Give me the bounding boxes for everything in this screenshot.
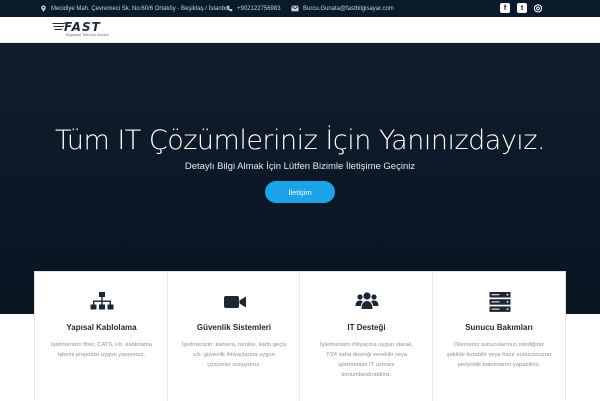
site-logo[interactable]: FAST Bilgisayar Teknoloji Ürünleri	[52, 20, 122, 40]
service-description: İşletmenizin fiber, CAT6, v.b. kablolama…	[51, 342, 152, 358]
service-card-security[interactable]: Güvenlik Sistemleri İşletmenizin; kamera…	[168, 272, 300, 401]
services-row: Yapısal Kablolama İşletmenizin fiber, CA…	[34, 271, 566, 401]
site-header: FAST Bilgisayar Teknoloji Ürünleri	[0, 17, 600, 43]
service-card-server[interactable]: Sunucu Bakımları Dilerseniz sunucularını…	[433, 272, 566, 401]
network-icon	[90, 292, 114, 310]
phone-icon	[226, 5, 233, 12]
service-title: Yapısal Kablolama	[66, 323, 137, 332]
service-card-it-support[interactable]: IT Desteği İşletmenizin ihtiyacına uygun…	[300, 272, 433, 401]
hero-subtitle: Detaylı Bilgi Almak İçin Lütfen Bizimle …	[184, 161, 416, 172]
service-description: İşletmenizin; kamera, turnike, kartlı ge…	[181, 342, 287, 368]
service-description: Dilerseniz sunucularınızı istediğiniz şe…	[446, 342, 552, 368]
phone-item[interactable]: +902122756983	[226, 0, 281, 17]
email-item[interactable]: Burcu.Gunata@fastbilgisayar.com	[291, 0, 394, 17]
twitter-icon[interactable]: t	[517, 3, 527, 13]
address-text: Mecidiye Mah. Çevremeci Sk. No:60/6 Orta…	[51, 5, 230, 12]
address-item: Mecidiye Mah. Çevremeci Sk. No:60/6 Orta…	[40, 0, 230, 17]
logo-text: FAST	[64, 20, 101, 34]
envelope-icon	[291, 5, 299, 12]
users-icon	[355, 292, 379, 309]
map-pin-icon	[41, 5, 46, 12]
top-info-bar: Mecidiye Mah. Çevremeci Sk. No:60/6 Orta…	[0, 0, 600, 17]
video-camera-icon	[223, 296, 246, 308]
service-title: Sunucu Bakımları	[465, 323, 533, 332]
instagram-icon[interactable]: ◎	[533, 3, 543, 14]
contact-button[interactable]: İletişim	[265, 181, 335, 203]
email-text[interactable]: Burcu.Gunata@fastbilgisayar.com	[303, 6, 394, 12]
service-title: IT Desteği	[347, 323, 386, 332]
server-icon	[489, 292, 510, 312]
facebook-icon[interactable]: f	[500, 3, 510, 13]
phone-text[interactable]: +902122756983	[237, 6, 281, 12]
service-title: Güvenlik Sistemleri	[196, 323, 272, 332]
service-description: İşletmenizin ihtiyacına uygun olarak, 7/…	[319, 342, 414, 378]
logo-subtitle: Bilgisayar Teknoloji Ürünleri	[66, 33, 109, 37]
hero-title: Tüm IT Çözümleriniz İçin Yanınızdayız.	[54, 125, 546, 156]
service-card-cabling[interactable]: Yapısal Kablolama İşletmenizin fiber, CA…	[35, 272, 168, 401]
